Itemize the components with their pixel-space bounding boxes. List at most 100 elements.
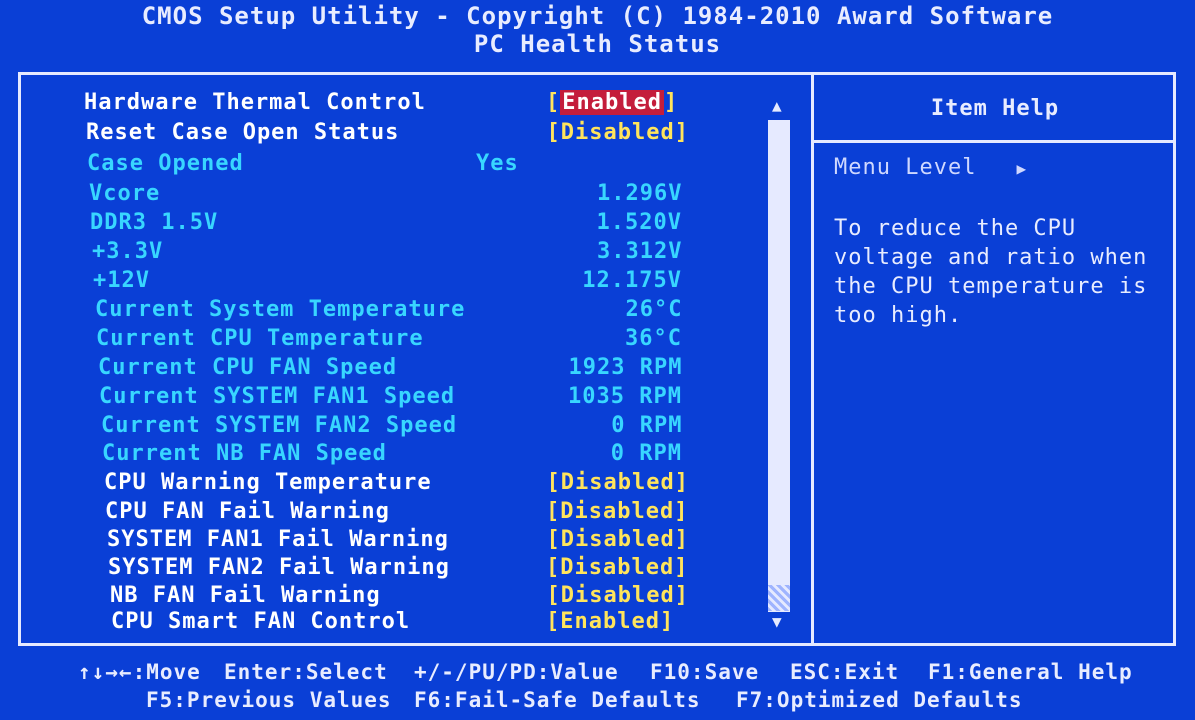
- panel-divider: [811, 72, 814, 646]
- setting-label: Hardware Thermal Control: [84, 90, 426, 115]
- bracket-right: ]: [674, 120, 689, 145]
- selected-value[interactable]: Enabled: [560, 90, 664, 115]
- setting-row[interactable]: SYSTEM FAN2 Fail Warning [Disabled]: [108, 555, 808, 583]
- setting-label: Case Opened: [87, 151, 244, 176]
- bracket-left: [: [546, 555, 561, 580]
- option-value[interactable]: Disabled: [560, 499, 674, 524]
- setting-value[interactable]: [Disabled]: [547, 120, 689, 145]
- setting-label: Current CPU Temperature: [96, 326, 424, 351]
- setting-label: Current CPU FAN Speed: [98, 355, 398, 380]
- setting-label: Vcore: [89, 181, 161, 206]
- reading-value: 36°C: [625, 326, 682, 351]
- setting-row: Case Opened Yes: [87, 151, 787, 179]
- page-title: PC Health Status: [473, 30, 722, 58]
- bracket-left: [: [546, 470, 561, 495]
- scroll-down-icon[interactable]: ▼: [772, 612, 782, 631]
- bios-screen: CMOS Setup Utility - Copyright (C) 1984-…: [0, 0, 1195, 720]
- option-value[interactable]: Disabled: [561, 527, 675, 552]
- setting-value[interactable]: [Disabled]: [546, 555, 688, 580]
- option-value[interactable]: Disabled: [561, 120, 675, 145]
- bracket-right: ]: [674, 583, 689, 608]
- setting-row: Current SYSTEM FAN2 Speed 0 RPM: [101, 413, 801, 441]
- setting-row[interactable]: NB FAN Fail Warning [Disabled]: [110, 583, 810, 611]
- setting-label: Current SYSTEM FAN2 Speed: [101, 413, 458, 438]
- footer-f7: F7:Optimized Defaults: [736, 688, 1023, 712]
- setting-row: +12V 12.175V: [93, 268, 793, 296]
- footer-f10: F10:Save: [650, 660, 760, 684]
- reading-value: 26°C: [625, 297, 683, 322]
- reading-value: 1035 RPM: [568, 384, 682, 409]
- setting-value[interactable]: [Enabled]: [546, 90, 678, 115]
- setting-row[interactable]: SYSTEM FAN1 Fail Warning [Disabled]: [107, 527, 807, 555]
- reading-value: Yes: [476, 151, 519, 176]
- setting-row[interactable]: CPU Warning Temperature [Disabled]: [104, 470, 804, 498]
- footer-move: ↑↓→←:Move: [78, 660, 201, 684]
- reading-value: 12.175V: [582, 268, 682, 293]
- bracket-left: [: [546, 499, 561, 524]
- reading-value: 3.312V: [597, 239, 683, 264]
- setting-label: SYSTEM FAN2 Fail Warning: [108, 555, 450, 580]
- setting-row: Current System Temperature 26°C: [95, 297, 795, 325]
- footer-f1: F1:General Help: [928, 660, 1133, 684]
- reading-value: 1923 RPM: [568, 355, 683, 380]
- setting-label: SYSTEM FAN1 Fail Warning: [107, 527, 449, 552]
- menu-level: Menu Level ▶: [834, 155, 1027, 180]
- scroll-up-icon[interactable]: ▲: [772, 96, 782, 115]
- setting-label: +12V: [93, 268, 150, 293]
- item-help-text: To reduce the CPU voltage and ratio when…: [834, 216, 1148, 328]
- setting-row[interactable]: Reset Case Open Status [Disabled]: [86, 120, 786, 148]
- setting-value[interactable]: [Disabled]: [547, 527, 689, 552]
- setting-value[interactable]: [Disabled]: [546, 499, 688, 524]
- footer-esc: ESC:Exit: [790, 660, 900, 684]
- setting-row: Current NB FAN Speed 0 RPM: [102, 441, 802, 469]
- option-value[interactable]: Enabled: [560, 609, 660, 634]
- setting-label: CPU Smart FAN Control: [111, 609, 411, 634]
- bracket-right: ]: [674, 527, 689, 552]
- utility-title: CMOS Setup Utility - Copyright (C) 1984-…: [141, 2, 1054, 30]
- setting-value[interactable]: [Disabled]: [547, 470, 689, 495]
- triangle-right-icon: ▶: [1016, 159, 1028, 178]
- setting-row[interactable]: CPU FAN Fail Warning [Disabled]: [105, 499, 805, 527]
- bracket-left: [: [546, 527, 561, 552]
- reading-value: 0 RPM: [610, 441, 682, 466]
- bracket-left: [: [546, 583, 561, 608]
- bracket-left: [: [546, 120, 561, 145]
- setting-row: DDR3 1.5V 1.520V: [90, 210, 790, 238]
- option-value[interactable]: Disabled: [561, 470, 675, 495]
- bracket-right: ]: [663, 90, 679, 115]
- setting-row: Current CPU FAN Speed 1923 RPM: [98, 355, 798, 383]
- option-value[interactable]: Disabled: [561, 583, 675, 608]
- setting-label: Reset Case Open Status: [86, 120, 400, 145]
- help-separator: [814, 140, 1176, 143]
- bracket-right: ]: [674, 470, 689, 495]
- setting-label: +3.3V: [92, 239, 164, 264]
- footer-f5: F5:Previous Values: [146, 688, 392, 712]
- setting-label: Current System Temperature: [95, 297, 466, 322]
- setting-label: Current NB FAN Speed: [102, 441, 387, 466]
- bracket-right: ]: [674, 499, 689, 524]
- setting-label: NB FAN Fail Warning: [110, 583, 381, 608]
- setting-row: Current SYSTEM FAN1 Speed 1035 RPM: [99, 384, 799, 412]
- setting-label: CPU Warning Temperature: [104, 470, 432, 495]
- setting-label: DDR3 1.5V: [90, 210, 219, 235]
- reading-value: 1.520V: [596, 210, 682, 235]
- setting-label: CPU FAN Fail Warning: [105, 499, 390, 524]
- footer-value: +/-/PU/PD:Value: [414, 660, 619, 684]
- bracket-left: [: [546, 609, 561, 634]
- footer-f6: F6:Fail-Safe Defaults: [414, 688, 701, 712]
- setting-row: Current CPU Temperature 36°C: [96, 326, 796, 354]
- bracket-right: ]: [659, 609, 675, 634]
- scrollbar-thumb[interactable]: [768, 585, 790, 611]
- setting-row[interactable]: CPU Smart FAN Control [Enabled]: [111, 609, 811, 637]
- setting-row: Vcore 1.296V: [89, 181, 789, 209]
- option-value[interactable]: Disabled: [560, 555, 674, 580]
- setting-value[interactable]: [Disabled]: [547, 583, 689, 608]
- reading-value: 0 RPM: [611, 413, 683, 438]
- setting-value[interactable]: [Enabled]: [546, 609, 674, 634]
- item-help-title: Item Help: [930, 96, 1060, 121]
- setting-row[interactable]: Hardware Thermal Control [Enabled]: [84, 90, 784, 118]
- menu-level-label: Menu Level: [834, 155, 977, 180]
- reading-value: 1.296V: [597, 181, 683, 206]
- bracket-right: ]: [674, 555, 689, 580]
- scrollbar-track[interactable]: [768, 120, 790, 612]
